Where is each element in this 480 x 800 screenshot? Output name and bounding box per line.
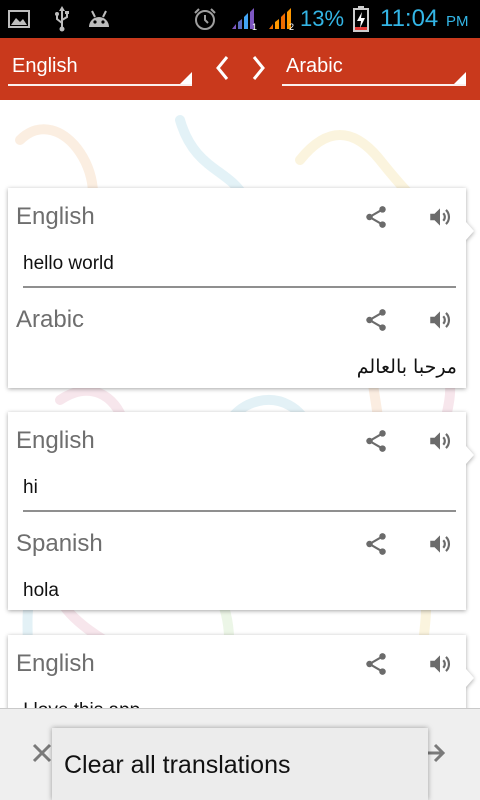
toolbar: English Arabic bbox=[0, 38, 480, 100]
battery-charging-icon bbox=[353, 6, 369, 32]
source-language-label: English bbox=[16, 427, 95, 454]
source-text: hello world bbox=[23, 253, 114, 274]
card-notch bbox=[466, 446, 474, 464]
dropdown-triangle-icon bbox=[180, 72, 192, 84]
speaker-icon bbox=[430, 432, 450, 450]
signal-icon: 2 bbox=[269, 8, 294, 31]
speaker-icon bbox=[430, 535, 450, 553]
speak-button[interactable] bbox=[427, 428, 453, 454]
dropdown-triangle-icon bbox=[454, 72, 466, 84]
target-text: hola bbox=[23, 580, 59, 601]
translation-card[interactable]: English hello world Arabic مرحبا بالعالم bbox=[8, 188, 474, 388]
battery-level: 13% bbox=[300, 6, 345, 31]
clock-period: PM bbox=[446, 13, 469, 30]
clock-time: 11:04 bbox=[380, 5, 439, 32]
source-language-label: English bbox=[16, 650, 95, 677]
share-button[interactable] bbox=[363, 531, 389, 557]
speaker-icon bbox=[430, 655, 450, 673]
speak-button[interactable] bbox=[427, 651, 453, 677]
share-icon bbox=[366, 533, 386, 555]
speak-button[interactable] bbox=[427, 307, 453, 333]
share-button[interactable] bbox=[363, 428, 389, 454]
speak-button[interactable] bbox=[427, 204, 453, 230]
status-bar: 1 2 13% 11:04 PM bbox=[0, 0, 480, 38]
source-language-label: English bbox=[12, 55, 78, 77]
divider bbox=[23, 510, 456, 512]
speaker-icon bbox=[430, 311, 450, 329]
target-language-label: Spanish bbox=[16, 530, 103, 557]
share-icon bbox=[366, 206, 386, 228]
clear-all-translations-menu-item[interactable]: Clear all translations bbox=[64, 750, 291, 780]
chevron-right-icon[interactable] bbox=[252, 55, 266, 81]
share-icon bbox=[366, 653, 386, 675]
share-button[interactable] bbox=[363, 651, 389, 677]
signal-icon: 1 bbox=[232, 8, 257, 31]
close-icon bbox=[32, 743, 52, 763]
share-icon bbox=[366, 430, 386, 452]
usb-icon bbox=[55, 6, 69, 32]
share-icon bbox=[366, 309, 386, 331]
source-text: hi bbox=[23, 477, 38, 498]
target-language-label: Arabic bbox=[16, 306, 85, 333]
share-button[interactable] bbox=[363, 307, 389, 333]
divider bbox=[23, 286, 456, 288]
translation-card[interactable]: English hi Spanish hola bbox=[8, 412, 474, 610]
target-language-dropdown[interactable]: Arabic bbox=[282, 50, 466, 86]
sim-2-label: 2 bbox=[289, 22, 294, 31]
sim-1-label: 1 bbox=[252, 22, 257, 31]
speaker-icon bbox=[430, 208, 450, 226]
source-language-dropdown[interactable]: English bbox=[8, 50, 192, 86]
target-text: مرحبا بالعالم bbox=[356, 356, 457, 378]
chevron-left-icon[interactable] bbox=[215, 55, 229, 81]
share-button[interactable] bbox=[363, 204, 389, 230]
source-language-label: English bbox=[16, 203, 95, 230]
card-notch bbox=[466, 222, 474, 240]
card-notch bbox=[466, 669, 474, 687]
alarm-clock-icon bbox=[194, 8, 216, 30]
context-menu: Clear all translations bbox=[52, 728, 428, 800]
android-icon bbox=[89, 10, 109, 27]
image-icon bbox=[8, 10, 30, 28]
clear-input-button[interactable] bbox=[31, 742, 53, 764]
speak-button[interactable] bbox=[427, 531, 453, 557]
target-language-label: Arabic bbox=[286, 55, 343, 77]
